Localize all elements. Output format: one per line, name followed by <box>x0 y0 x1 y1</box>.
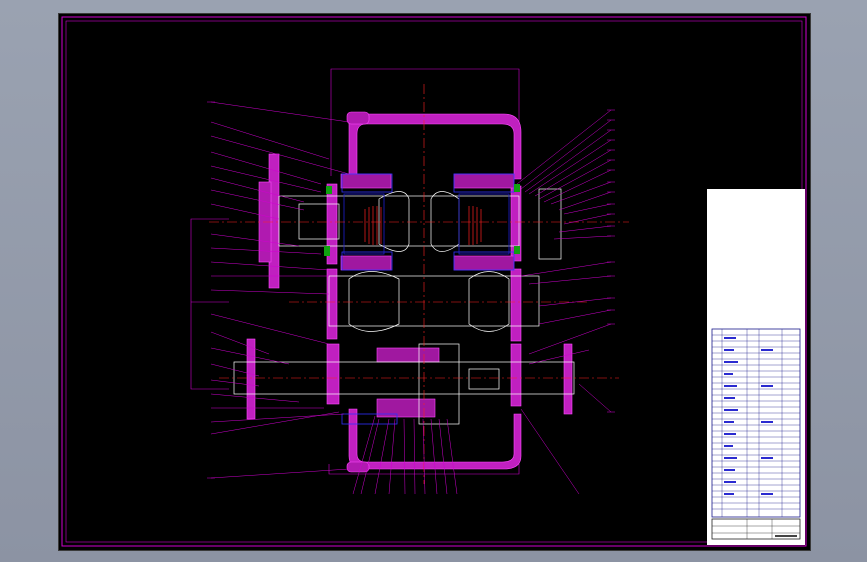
leader-lines-bottom <box>352 415 458 495</box>
balloon-ticks <box>207 101 615 479</box>
shafts <box>233 191 575 425</box>
seal-marks <box>324 184 520 256</box>
bearings <box>341 173 515 425</box>
bom-table <box>711 328 801 540</box>
gear-teeth <box>364 206 482 245</box>
cad-viewport[interactable] <box>58 13 811 551</box>
gearbox-housing <box>246 111 573 473</box>
assembly-drawing[interactable] <box>59 14 810 550</box>
title-block-sheet <box>707 189 805 545</box>
